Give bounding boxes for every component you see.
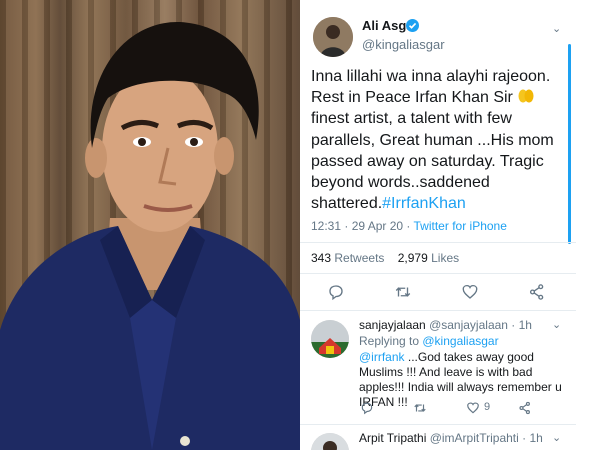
chevron-down-icon[interactable]: ⌄: [552, 431, 561, 444]
folded-hands-icon: [518, 89, 534, 103]
reply-like-count[interactable]: 9: [484, 401, 490, 413]
divider: [300, 310, 576, 311]
tweet-meta: 12:31 · 29 Apr 20 · Twitter for iPhone: [311, 219, 507, 233]
replying-to-link[interactable]: @kingaliasgar: [422, 334, 498, 348]
mention-link[interactable]: @irrfank: [359, 350, 405, 364]
tweet-time: 12:31 · 29 Apr 20 ·: [311, 219, 414, 233]
reply-author-name[interactable]: Arpit Tripathi: [359, 431, 426, 445]
verified-icon: [406, 19, 419, 32]
scrollbar[interactable]: [568, 44, 571, 244]
reply-author-handle[interactable]: @imArpitTripahti · 1h: [430, 431, 543, 445]
share-icon[interactable]: [518, 401, 532, 415]
chevron-down-icon[interactable]: ⌄: [552, 318, 561, 331]
divider: [300, 424, 576, 425]
share-icon[interactable]: [528, 283, 546, 301]
likes-label[interactable]: Likes: [431, 251, 459, 265]
profile-photo: [0, 0, 300, 450]
author-avatar[interactable]: [313, 17, 353, 57]
tweet-stats: 343 Retweets 2,979 Likes: [311, 251, 459, 265]
replying-to: Replying to @kingaliasgar: [359, 334, 499, 348]
divider: [300, 242, 576, 243]
divider: [300, 273, 576, 274]
reply-icon[interactable]: [327, 283, 345, 301]
replying-to-label: Replying to: [359, 334, 423, 348]
retweet-icon[interactable]: [394, 283, 412, 301]
retweets-label[interactable]: Retweets: [334, 251, 384, 265]
author-handle[interactable]: @kingaliasgar: [362, 37, 445, 52]
tweet-source-link[interactable]: Twitter for iPhone: [414, 219, 507, 233]
like-icon[interactable]: [461, 283, 479, 301]
retweet-icon[interactable]: [413, 401, 427, 415]
reply-author-name[interactable]: sanjayjalaan: [359, 318, 426, 332]
tweet-text: Inna lillahi wa inna alayhi rajeoon. Res…: [311, 66, 561, 214]
tweet-text-main: Inna lillahi wa inna alayhi rajeoon. Res…: [311, 68, 551, 107]
reply-icon[interactable]: [360, 401, 374, 415]
reply-header: Arpit Tripathi @imArpitTripahti · 1h: [359, 431, 543, 445]
hashtag-link[interactable]: #IrrfanKhan: [382, 195, 466, 212]
like-icon[interactable]: [466, 401, 480, 415]
reply-avatar[interactable]: [311, 320, 349, 358]
like-count[interactable]: 2,979: [398, 251, 428, 265]
retweet-count[interactable]: 343: [311, 251, 331, 265]
reply-author-handle[interactable]: @sanjayjalaan · 1h: [429, 318, 532, 332]
chevron-down-icon[interactable]: ⌄: [552, 22, 561, 35]
reply-header: sanjayjalaan @sanjayjalaan · 1h: [359, 318, 532, 332]
